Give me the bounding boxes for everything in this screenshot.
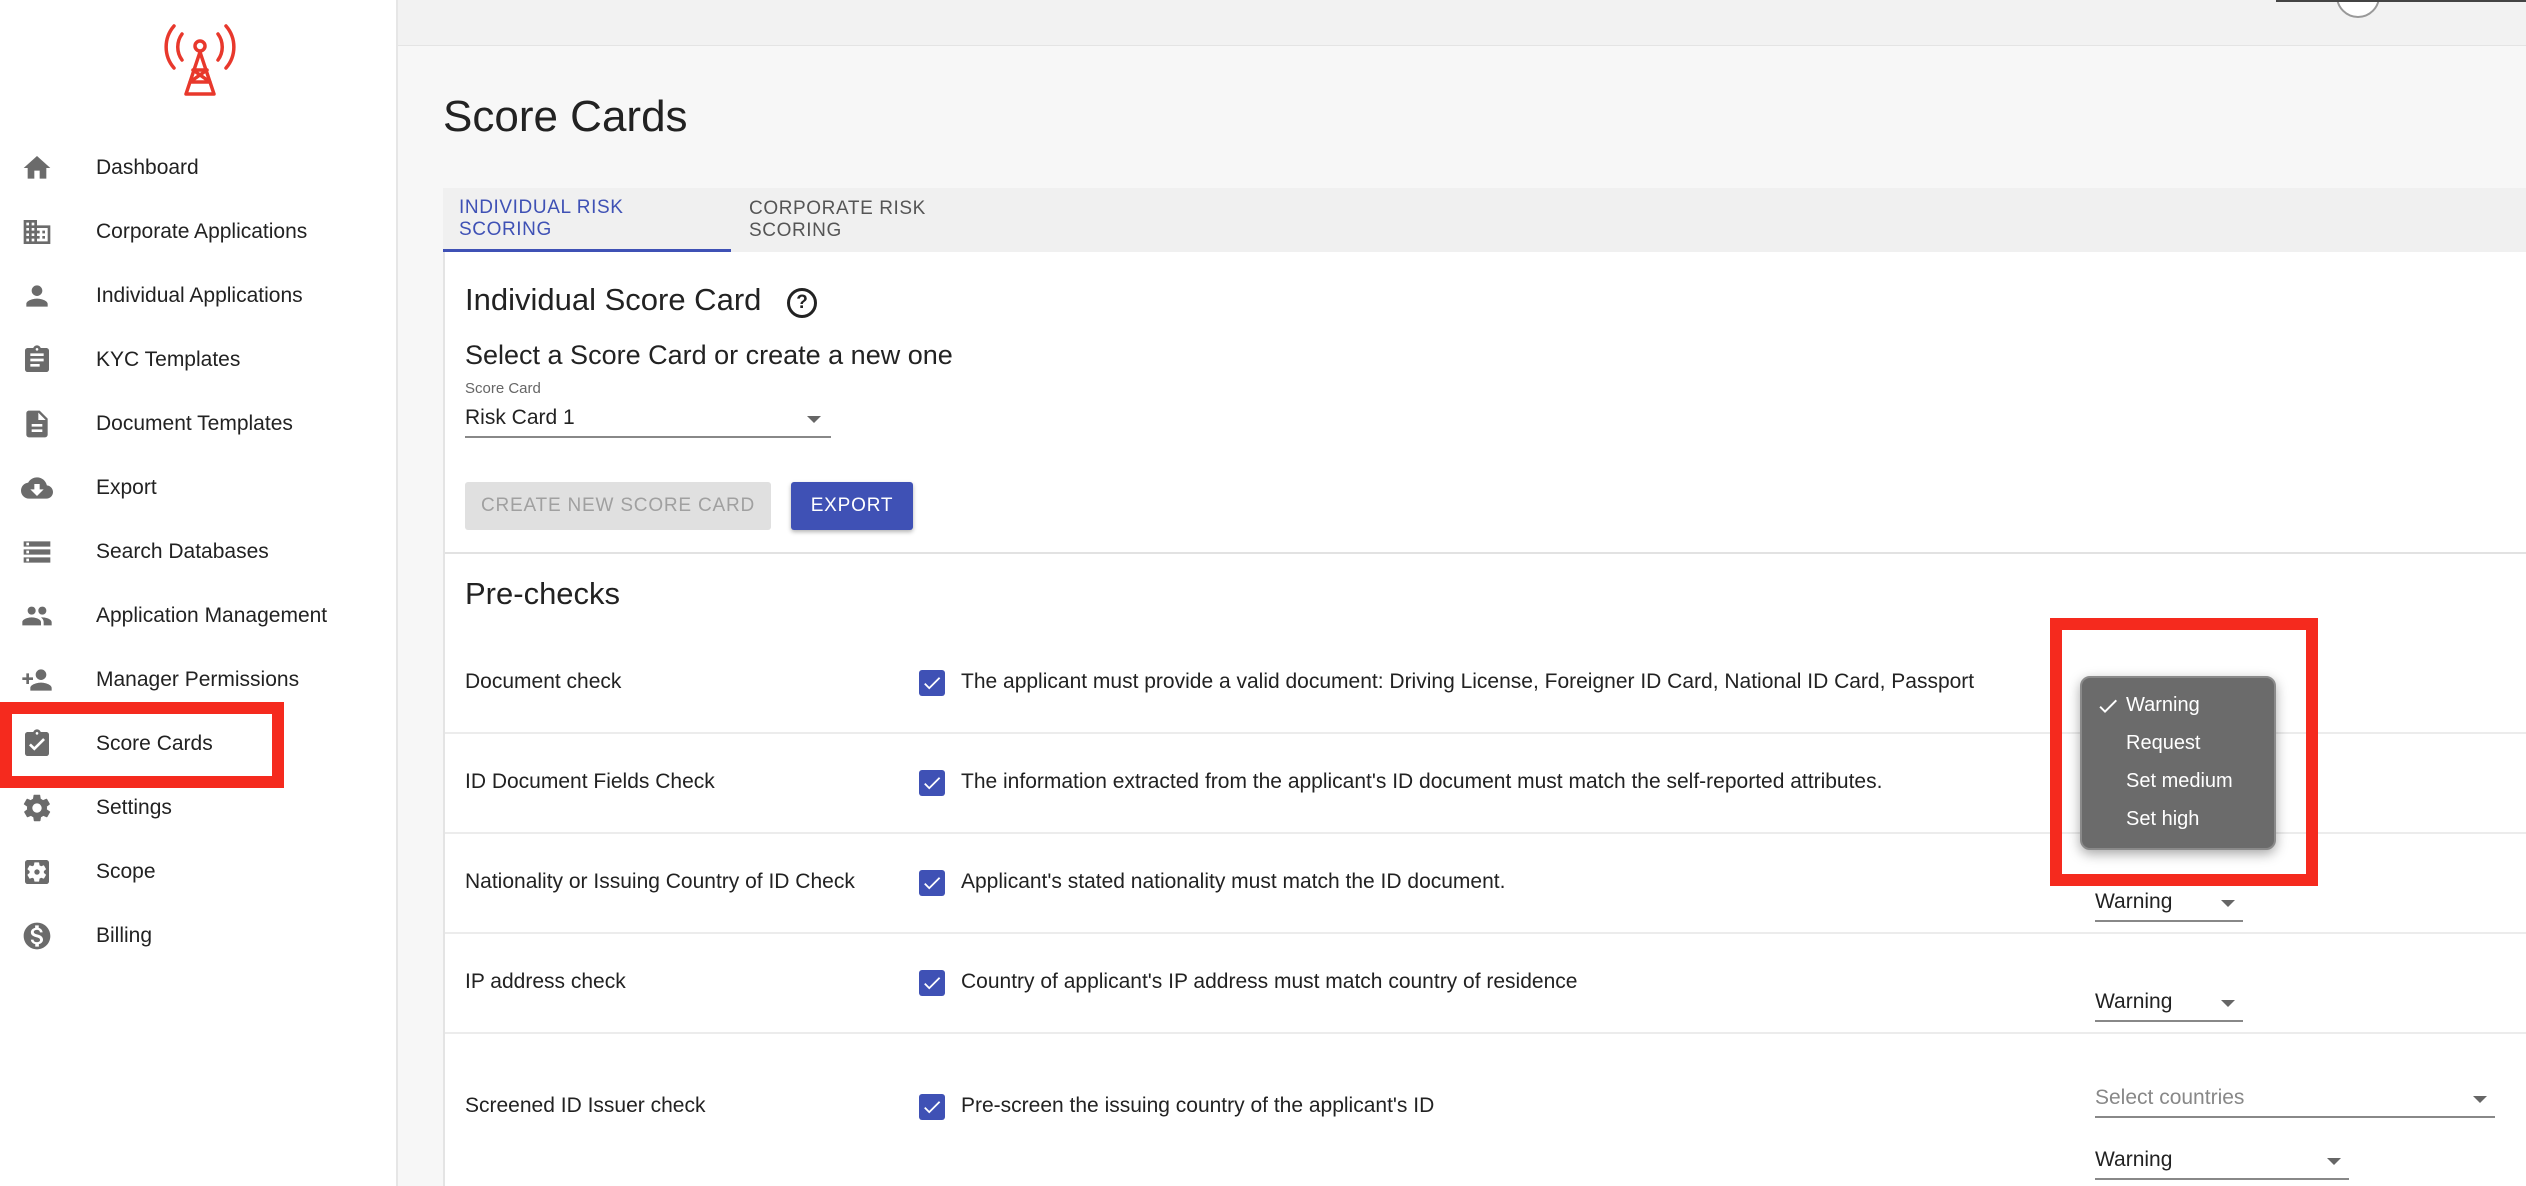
- precheck-checkbox-id-fields-check[interactable]: [919, 770, 945, 796]
- person-icon: [20, 279, 54, 313]
- user-avatar[interactable]: [2336, 0, 2380, 18]
- sidebar-item-label: Scope: [96, 860, 156, 883]
- precheck-checkbox-screened-id-issuer-check[interactable]: [919, 1094, 945, 1120]
- row-divider: [445, 932, 2526, 934]
- action-select-nationality-check[interactable]: Warning: [2095, 886, 2243, 922]
- building-icon: [20, 215, 54, 249]
- tab-bar: INDIVIDUAL RISK SCORING CORPORATE RISK S…: [443, 188, 2526, 252]
- precheck-desc-document-check: The applicant must provide a valid docum…: [961, 670, 1975, 693]
- action-select-screened-id-issuer-check[interactable]: Warning: [2095, 1144, 2349, 1180]
- precheck-label-screened-id-issuer-check: Screened ID Issuer check: [465, 1094, 706, 1117]
- page-title: Score Cards: [443, 92, 688, 141]
- account-link-underline[interactable]: [2276, 0, 2526, 2]
- sidebar-item-label: Search Databases: [96, 540, 269, 563]
- sidebar-item-kyc-templates[interactable]: KYC Templates: [0, 328, 398, 392]
- sidebar-item-label: Document Templates: [96, 412, 293, 435]
- sidebar-item-search-databases[interactable]: Search Databases: [0, 520, 398, 584]
- sidebar-item-individual-applications[interactable]: Individual Applications: [0, 264, 398, 328]
- countries-select[interactable]: Select countries: [2095, 1082, 2495, 1118]
- precheck-label-document-check: Document check: [465, 670, 622, 693]
- precheck-label-nationality-check: Nationality or Issuing Country of ID Che…: [465, 870, 855, 893]
- person-add-icon: [20, 663, 54, 697]
- precheck-checkbox-document-check[interactable]: [919, 670, 945, 696]
- precheck-checkbox-ip-address-check[interactable]: [919, 970, 945, 996]
- tab-individual-risk-scoring[interactable]: INDIVIDUAL RISK SCORING: [443, 188, 731, 252]
- create-new-score-card-button[interactable]: CREATE NEW SCORE CARD: [465, 482, 771, 530]
- chevron-down-icon: [2473, 1096, 2487, 1103]
- home-icon: [20, 151, 54, 185]
- antenna-tower-icon: [164, 24, 236, 96]
- people-icon: [20, 599, 54, 633]
- card-title: Individual Score Card: [465, 282, 762, 317]
- sidebar-item-label: Corporate Applications: [96, 220, 308, 243]
- card-subtitle: Select a Score Card or create a new one: [465, 340, 953, 370]
- sidebar-item-document-templates[interactable]: Document Templates: [0, 392, 398, 456]
- checkmark-icon: [924, 677, 941, 690]
- top-bar: [398, 0, 2526, 46]
- sidebar-item-label: Export: [96, 476, 157, 499]
- precheck-desc-nationality-check: Applicant's stated nationality must matc…: [961, 870, 1506, 893]
- sidebar: Dashboard Corporate Applications Individ…: [0, 0, 398, 1186]
- row-divider: [445, 1032, 2526, 1034]
- precheck-desc-id-fields-check: The information extracted from the appli…: [961, 770, 1883, 793]
- precheck-label-id-fields-check: ID Document Fields Check: [465, 770, 715, 793]
- score-card-select-label: Score Card: [465, 380, 541, 397]
- sidebar-item-dashboard[interactable]: Dashboard: [0, 136, 398, 200]
- precheck-checkbox-nationality-check[interactable]: [919, 870, 945, 896]
- export-button[interactable]: EXPORT: [791, 482, 913, 530]
- gear-icon: [20, 791, 54, 825]
- checkmark-icon: [924, 977, 941, 990]
- checkmark-icon: [924, 777, 941, 790]
- sidebar-item-label: Individual Applications: [96, 284, 303, 307]
- sidebar-item-label: KYC Templates: [96, 348, 241, 371]
- chevron-down-icon: [2327, 1158, 2341, 1165]
- action-select-value: Warning: [2095, 890, 2173, 913]
- sidebar-item-label: Dashboard: [96, 156, 199, 179]
- sidebar-item-label: Billing: [96, 924, 153, 947]
- dollar-icon: [20, 919, 54, 953]
- checkmark-icon: [924, 877, 941, 890]
- highlight-box-score-cards: [0, 702, 284, 788]
- highlight-box-dropdown: [2050, 618, 2318, 886]
- action-select-value: Warning: [2095, 1148, 2173, 1171]
- score-card-select-value: Risk Card 1: [465, 406, 575, 429]
- sidebar-item-corporate-applications[interactable]: Corporate Applications: [0, 200, 398, 264]
- countries-select-placeholder: Select countries: [2095, 1086, 2245, 1109]
- prechecks-title: Pre-checks: [465, 576, 621, 611]
- precheck-label-ip-address-check: IP address check: [465, 970, 626, 993]
- list-icon: [20, 535, 54, 569]
- tab-corporate-risk-scoring[interactable]: CORPORATE RISK SCORING: [733, 188, 1027, 252]
- action-select-value: Warning: [2095, 990, 2173, 1013]
- sidebar-item-label: Manager Permissions: [96, 668, 300, 691]
- action-select-ip-address-check[interactable]: Warning: [2095, 986, 2243, 1022]
- clipboard-icon: [20, 343, 54, 377]
- sidebar-item-application-management[interactable]: Application Management: [0, 584, 398, 648]
- chevron-down-icon: [807, 416, 821, 423]
- help-icon[interactable]: ?: [787, 288, 817, 318]
- sidebar-item-export[interactable]: Export: [0, 456, 398, 520]
- sidebar-item-label: Settings: [96, 796, 172, 819]
- score-card-select[interactable]: Risk Card 1: [465, 398, 831, 438]
- settings-box-icon: [20, 855, 54, 889]
- chevron-down-icon: [2221, 1000, 2235, 1007]
- precheck-desc-screened-id-issuer-check: Pre-screen the issuing country of the ap…: [961, 1094, 1435, 1117]
- cloud-download-icon: [20, 471, 54, 505]
- section-divider: [445, 552, 2526, 554]
- chevron-down-icon: [2221, 900, 2235, 907]
- precheck-desc-ip-address-check: Country of applicant's IP address must m…: [961, 970, 1578, 993]
- sidebar-item-billing[interactable]: Billing: [0, 904, 398, 968]
- document-icon: [20, 407, 54, 441]
- checkmark-icon: [924, 1101, 941, 1114]
- sidebar-item-scope[interactable]: Scope: [0, 840, 398, 904]
- sidebar-item-label: Application Management: [96, 604, 328, 627]
